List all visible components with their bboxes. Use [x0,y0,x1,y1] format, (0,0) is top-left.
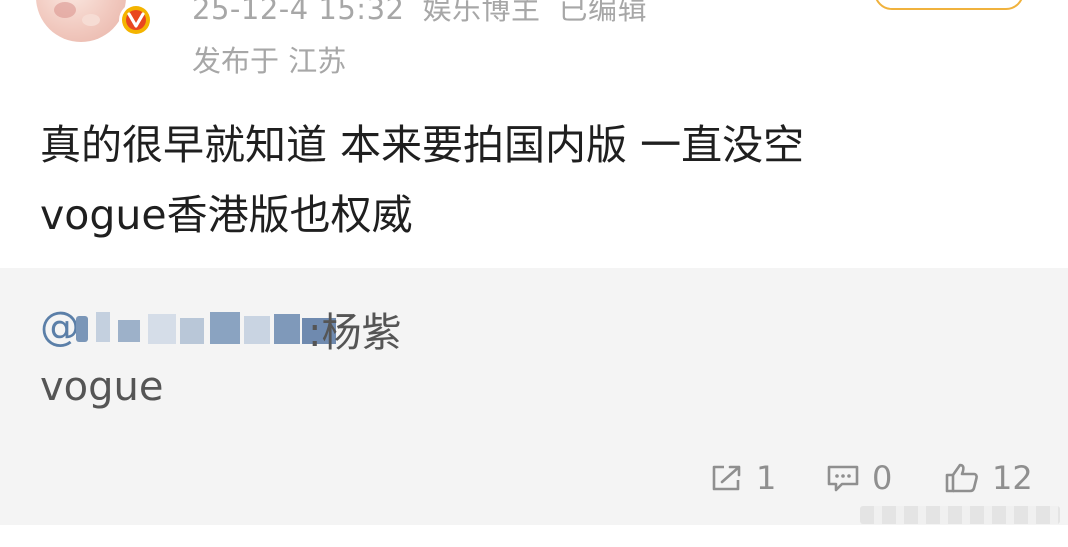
post-meta: 25-12-4 15:32 娱乐博主 已编辑 [192,0,665,28]
post-timestamp: 25-12-4 15:32 [192,0,405,26]
post-content: 真的很早就知道 本来要拍国内版 一直没空 vogue香港版也权威 [40,110,1020,250]
comment-icon [827,465,859,492]
weibo-post-card: 25-12-4 15:32 娱乐博主 已编辑 发布于 江苏 真的很早就知道 本来要拍… [0,0,1068,547]
author-tag: 娱乐博主 [422,0,541,26]
share-button[interactable]: 1 [710,456,776,500]
at-symbol: @ [40,304,80,350]
like-count: 12 [992,459,1033,497]
share-count: 1 [756,459,777,497]
quoted-author-name[interactable]: :杨紫 [308,300,401,358]
comment-button[interactable]: 0 [826,456,892,500]
edited-label[interactable]: 已编辑 [559,0,648,26]
content-line: vogue香港版也权威 [40,191,413,239]
thumbs-up-icon [945,463,978,493]
blurred-username[interactable] [76,312,336,348]
comment-count: 0 [872,459,893,497]
watermark [860,506,1060,524]
share-icon [712,465,741,491]
verified-badge-icon [119,3,153,37]
avatar[interactable] [36,0,126,42]
post-location: 发布于 江苏 [192,44,347,78]
follow-button[interactable] [874,0,1024,10]
quoted-text: vogue [40,364,164,410]
action-bar: 1 0 12 [0,456,1068,500]
content-line: 真的很早就知道 本来要拍国内版 一直没空 [40,121,805,169]
quoted-post[interactable]: @ :杨紫 vogue 1 0 12 [0,268,1068,525]
like-button[interactable]: 12 [944,456,1033,500]
